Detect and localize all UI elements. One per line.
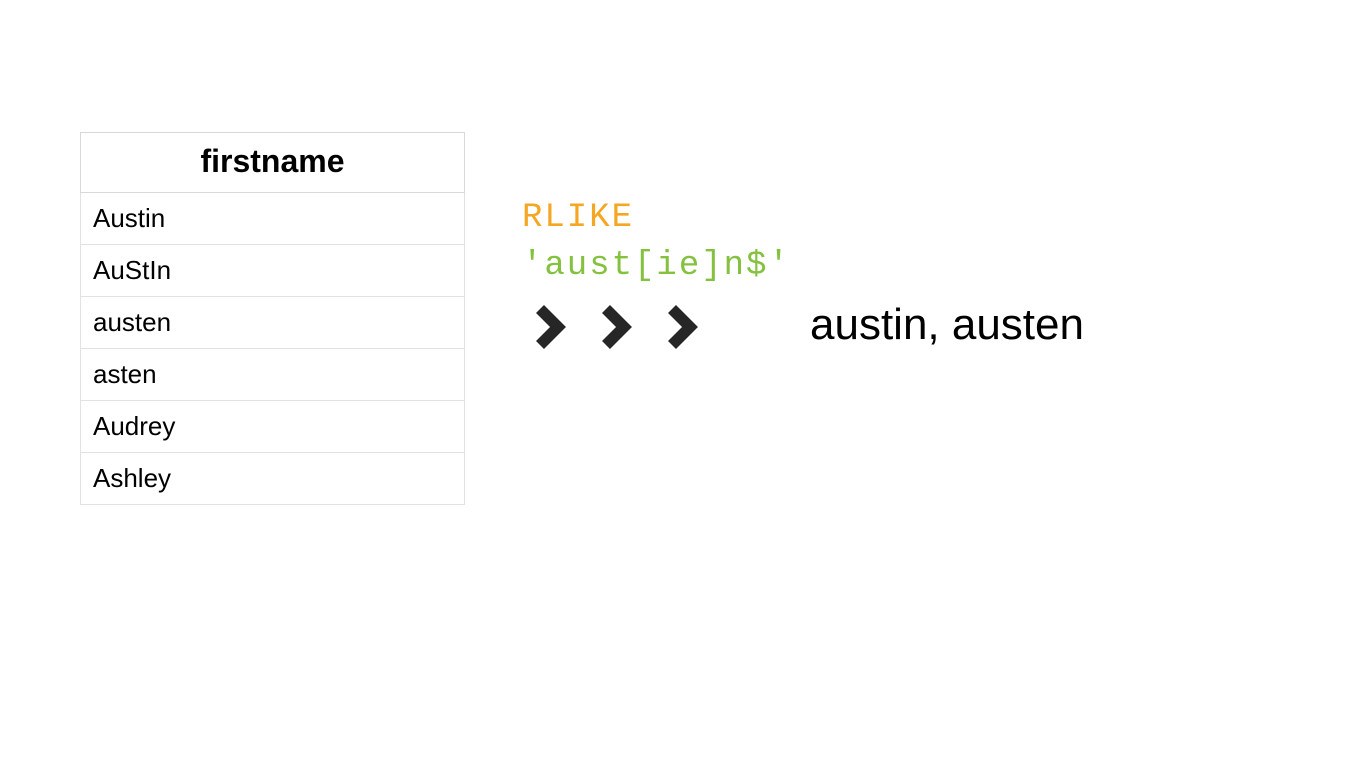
table-row: Audrey [81,401,465,453]
chevron-right-icon [654,300,708,354]
input-table: firstname Austin AuStIn austen asten Aud… [80,132,465,505]
cell-value: Audrey [81,401,465,453]
table-header-firstname: firstname [81,133,465,193]
cell-value: Austin [81,193,465,245]
table-row: Austin [81,193,465,245]
arrow-row [522,300,708,354]
cell-value: Ashley [81,453,465,505]
slide-canvas: firstname Austin AuStIn austen asten Aud… [0,0,1366,768]
cell-value: AuStIn [81,245,465,297]
table-row: asten [81,349,465,401]
sql-expression: RLIKE 'aust[ie]n$' [522,195,791,290]
cell-value: austen [81,297,465,349]
cell-value: asten [81,349,465,401]
table-row: austen [81,297,465,349]
chevron-right-icon [588,300,642,354]
sql-keyword: RLIKE [522,195,791,243]
result-text: austin, austen [810,300,1084,350]
table-row: AuStIn [81,245,465,297]
table-row: Ashley [81,453,465,505]
chevron-right-icon [522,300,576,354]
sql-pattern: 'aust[ie]n$' [522,243,791,291]
